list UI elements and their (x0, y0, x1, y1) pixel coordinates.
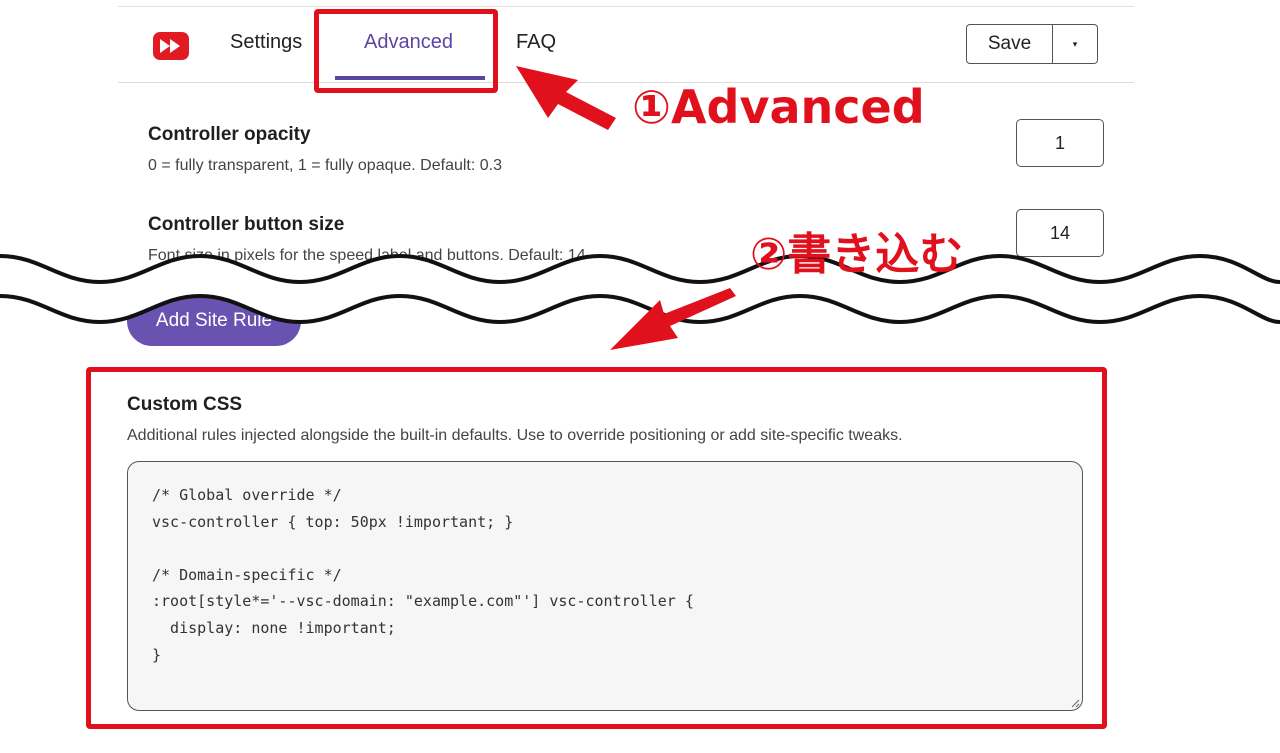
custom-css-description: Additional rules injected alongside the … (127, 427, 903, 444)
save-button[interactable]: Save (966, 24, 1053, 64)
options-header: Settings Advanced FAQ Save ▾ (118, 7, 1134, 83)
opacity-title: Controller opacity (148, 124, 311, 145)
code-line: :root[style*='--vsc-domain: "example.com… (152, 592, 694, 611)
tab-settings[interactable]: Settings (230, 31, 302, 54)
options-page: Settings Advanced FAQ Save ▾ Controller … (0, 0, 1280, 753)
opacity-description: 0 = fully transparent, 1 = fully opaque.… (148, 157, 502, 174)
code-line: /* Domain-specific */ (152, 565, 342, 584)
tab-advanced[interactable]: Advanced (364, 31, 453, 54)
resize-grip-icon[interactable] (1070, 698, 1080, 708)
save-split-button: Save ▾ (966, 24, 1098, 64)
opacity-input[interactable] (1016, 119, 1104, 167)
save-options-button[interactable]: ▾ (1053, 24, 1098, 64)
app-logo-icon (153, 32, 189, 60)
tab-faq[interactable]: FAQ (516, 31, 556, 54)
wave-break (0, 253, 1280, 325)
caret-down-icon: ▾ (1072, 38, 1078, 49)
custom-css-title: Custom CSS (127, 394, 243, 415)
active-tab-indicator (335, 76, 485, 80)
annotation-step2-label: ②書き込む (750, 229, 964, 280)
code-line: /* Global override */ (152, 486, 342, 504)
code-line: display: none !important; (152, 618, 396, 637)
custom-css-textarea[interactable]: /* Global override */ vsc-controller { t… (127, 461, 1083, 711)
code-line: } (152, 645, 162, 664)
annotation-step1-label: ①Advanced (632, 80, 925, 134)
code-line: vsc-controller { top: 50px !important; } (152, 512, 514, 531)
button-size-title: Controller button size (148, 214, 345, 235)
